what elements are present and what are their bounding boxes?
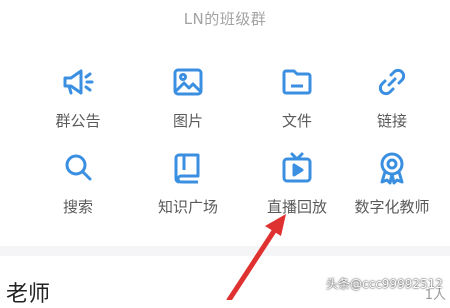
annotation-arrow [226,214,286,300]
